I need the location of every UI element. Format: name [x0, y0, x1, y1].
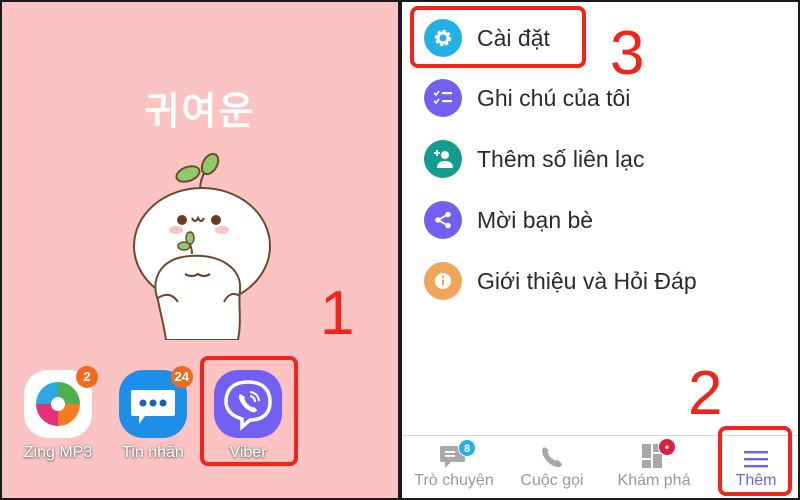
- viber-more-screen: Cài đặt 3 Ghi chú của tôi Thêm số liên l…: [400, 2, 798, 498]
- add-contact-icon: [424, 140, 462, 178]
- explore-badge: •: [658, 438, 676, 456]
- zing-mp3-badge: 2: [76, 366, 98, 388]
- app-tin-nhan[interactable]: 24 Tin nhắn: [113, 366, 193, 462]
- zing-mp3-label: Zing MP3: [23, 444, 93, 461]
- more-tab-highlight-box: [718, 426, 792, 496]
- messages-label: Tin nhắn: [122, 444, 184, 461]
- explore-label: Khám phá: [617, 472, 691, 489]
- settings-highlight-box: [410, 6, 586, 68]
- zing-mp3-icon: 2: [24, 366, 98, 438]
- app-zing-mp3[interactable]: 2 Zing MP3: [18, 366, 98, 462]
- tab-calls[interactable]: Cuộc gọi: [508, 436, 596, 498]
- messages-icon: 24: [119, 366, 193, 438]
- tab-explore[interactable]: • Khám phá: [606, 436, 702, 498]
- phone-icon: [542, 447, 562, 468]
- tab-chats[interactable]: 8 Trò chuyện: [410, 436, 498, 498]
- wallpaper-text: 귀여운: [144, 89, 256, 133]
- menu-item-about-faq[interactable]: Giới thiệu và Hỏi Đáp: [424, 259, 697, 303]
- chats-label: Trò chuyện: [414, 472, 494, 489]
- home-screen: 귀여운 1 2 Zing MP3 24 Tin nhắn Viber: [2, 2, 398, 498]
- my-notes-label: Ghi chú của tôi: [477, 84, 631, 111]
- step-2-annotation: 2: [688, 359, 723, 428]
- calls-label: Cuộc gọi: [520, 472, 584, 489]
- mascot-illustration: [133, 152, 271, 340]
- invite-friends-label: Mời bạn bè: [477, 206, 594, 233]
- add-contact-label: Thêm số liên lạc: [477, 145, 645, 172]
- menu-item-my-notes[interactable]: Ghi chú của tôi: [424, 76, 630, 120]
- menu-item-invite-friends[interactable]: Mời bạn bè: [424, 198, 593, 242]
- step-1-annotation: 1: [320, 279, 355, 348]
- bottom-nav: 8 Trò chuyện Cuộc gọi • Khám phá Thêm: [402, 426, 798, 498]
- info-icon: [424, 262, 462, 300]
- menu-item-add-contact[interactable]: Thêm số liên lạc: [424, 137, 644, 181]
- viber-highlight-box: [200, 356, 298, 466]
- checklist-icon: [424, 79, 462, 117]
- chats-badge: 8: [458, 439, 476, 457]
- about-faq-label: Giới thiệu và Hỏi Đáp: [477, 267, 697, 294]
- share-icon: [424, 201, 462, 239]
- messages-badge: 24: [170, 366, 193, 388]
